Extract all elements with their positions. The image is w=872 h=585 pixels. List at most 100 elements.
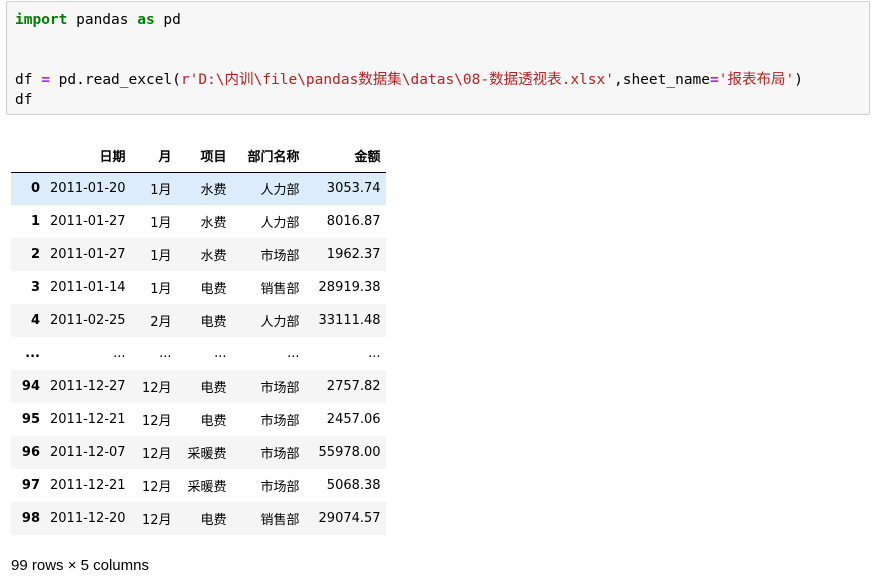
cell-amount: 1962.37: [326, 247, 381, 262]
cell-date: 2011-02-25: [50, 313, 126, 328]
row-index: 97: [21, 478, 40, 493]
cell-month: 1月: [150, 282, 172, 297]
cell-item: 采暖费: [187, 447, 227, 462]
cell-item: 电费: [200, 513, 227, 528]
cell-dept: 人力部: [260, 315, 300, 330]
header-item: 项目: [176, 140, 232, 173]
dataframe-table: 日期 月 项目 部门名称 金额 0 2011-01-20 1月 水费 人力部 3053.7…: [11, 140, 386, 535]
cell-dept: 人力部: [260, 183, 300, 199]
row-index: 95: [21, 412, 40, 427]
string-sheet-name: '报表布局': [718, 72, 795, 88]
code-token: pandas: [67, 12, 138, 28]
code-token: ,sheet_name: [613, 72, 711, 88]
table-row: 3 2011-01-14 1月 电费 销售部 28919.38: [11, 271, 386, 304]
cell-date: ...: [113, 346, 126, 361]
cell-amount: 33111.48: [318, 313, 381, 328]
header-dept: 部门名称: [231, 140, 305, 173]
table-row: 0 2011-01-20 1月 水费 人力部 3053.74: [11, 172, 386, 205]
row-index: 2: [30, 247, 40, 262]
cell-item: 水费: [200, 249, 227, 264]
cell-amount: 2757.82: [326, 379, 381, 394]
table-row: 98 2011-12-20 12月 电费 销售部 29074.57: [11, 502, 386, 535]
row-index: 1: [30, 214, 40, 229]
cell-month: 12月: [142, 381, 172, 396]
cell-item: 水费: [200, 216, 227, 231]
cell-dept: 市场部: [260, 381, 300, 396]
row-index: 4: [30, 313, 40, 328]
header-month: 月: [130, 140, 177, 173]
cell-month: 2月: [150, 315, 172, 330]
cell-month: 1月: [150, 183, 172, 199]
table-row: ..................: [11, 337, 386, 370]
operator-assign: =: [710, 72, 719, 88]
cell-amount: ...: [368, 346, 381, 361]
table-row: 97 2011-12-21 12月 采暖费 市场部 5068.38: [11, 469, 386, 502]
cell-item: 采暖费: [187, 480, 227, 495]
cell-amount: 3053.74: [326, 181, 381, 197]
table-header: 日期 月 项目 部门名称 金额: [11, 140, 386, 173]
keyword-as: as: [137, 12, 155, 28]
code-token: df: [15, 72, 42, 88]
cell-amount: 29074.57: [318, 511, 381, 526]
code-line-read-excel: df = pd.read_excel(r'D:\内训\file\pandas数据…: [15, 70, 803, 90]
cell-dept: 市场部: [260, 447, 300, 462]
cell-date: 2011-01-27: [50, 214, 126, 229]
cell-month: 12月: [142, 447, 172, 462]
cell-dept: 销售部: [260, 282, 300, 297]
cell-item: ...: [214, 346, 227, 361]
cell-dept: 市场部: [260, 414, 300, 429]
code-line-import: import pandas as pd: [15, 10, 181, 30]
cell-item: 水费: [200, 183, 227, 199]
cell-date: 2011-12-27: [50, 379, 126, 394]
cell-date: 2011-12-21: [50, 478, 126, 493]
cell-month: 12月: [142, 513, 172, 528]
cell-date: 2011-01-14: [50, 280, 126, 295]
cell-item: 电费: [200, 414, 227, 429]
code-token: pd: [154, 12, 181, 28]
cell-month: 1月: [150, 249, 172, 264]
cell-month: 12月: [142, 480, 172, 495]
cell-dept: 市场部: [260, 480, 300, 495]
cell-date: 2011-01-20: [50, 181, 126, 197]
table-row: 94 2011-12-27 12月 电费 市场部 2757.82: [11, 370, 386, 403]
string-path: r'D:\内训\file\pandas数据集\datas\08-数据透视表.xl…: [180, 72, 614, 88]
dataframe-shape-text: 99 rows × 5 columns: [11, 557, 149, 574]
cell-amount: 5068.38: [326, 478, 381, 493]
cell-amount: 2457.06: [326, 412, 381, 427]
cell-dept: 人力部: [260, 216, 300, 231]
cell-date: 2011-12-07: [50, 445, 126, 460]
row-index: 94: [21, 379, 40, 394]
cell-amount: 28919.38: [318, 280, 381, 295]
cell-date: 2011-01-27: [50, 247, 126, 262]
table-row: 96 2011-12-07 12月 采暖费 市场部 55978.00: [11, 436, 386, 469]
cell-output: 日期 月 项目 部门名称 金额 0 2011-01-20 1月 水费 人力部 3053.7…: [11, 140, 386, 535]
cell-amount: 55978.00: [318, 445, 381, 460]
cell-item: 电费: [200, 381, 227, 396]
table-row: 1 2011-01-27 1月 水费 人力部 8016.87: [11, 205, 386, 238]
code-token: ): [794, 72, 803, 88]
header-index: [11, 140, 45, 173]
cell-dept: 市场部: [260, 249, 300, 264]
cell-date: 2011-12-21: [50, 412, 126, 427]
table-row: 95 2011-12-21 12月 电费 市场部 2457.06: [11, 403, 386, 436]
header-row: 日期 月 项目 部门名称 金额: [11, 140, 386, 173]
operator-assign: =: [41, 72, 50, 88]
code-cell-input[interactable]: import pandas as pd df = pd.read_excel(r…: [6, 1, 870, 115]
cell-month: ...: [159, 346, 172, 361]
cell-amount: 8016.87: [326, 214, 381, 229]
cell-item: 电费: [200, 315, 227, 330]
cell-month: 1月: [150, 216, 172, 231]
row-index: 96: [21, 445, 40, 460]
row-index: 3: [30, 280, 40, 295]
cell-dept: ...: [287, 346, 300, 361]
cell-dept: 销售部: [260, 513, 300, 528]
keyword-import: import: [15, 12, 68, 28]
code-token: pd.read_excel(: [49, 72, 181, 88]
table-row: 4 2011-02-25 2月 电费 人力部 33111.48: [11, 304, 386, 337]
table-row: 2 2011-01-27 1月 水费 市场部 1962.37: [11, 238, 386, 271]
cell-date: 2011-12-20: [50, 511, 126, 526]
cell-item: 电费: [200, 282, 227, 297]
code-line-df: df: [15, 92, 33, 108]
header-date: 日期: [45, 140, 131, 173]
cell-month: 12月: [142, 414, 172, 429]
